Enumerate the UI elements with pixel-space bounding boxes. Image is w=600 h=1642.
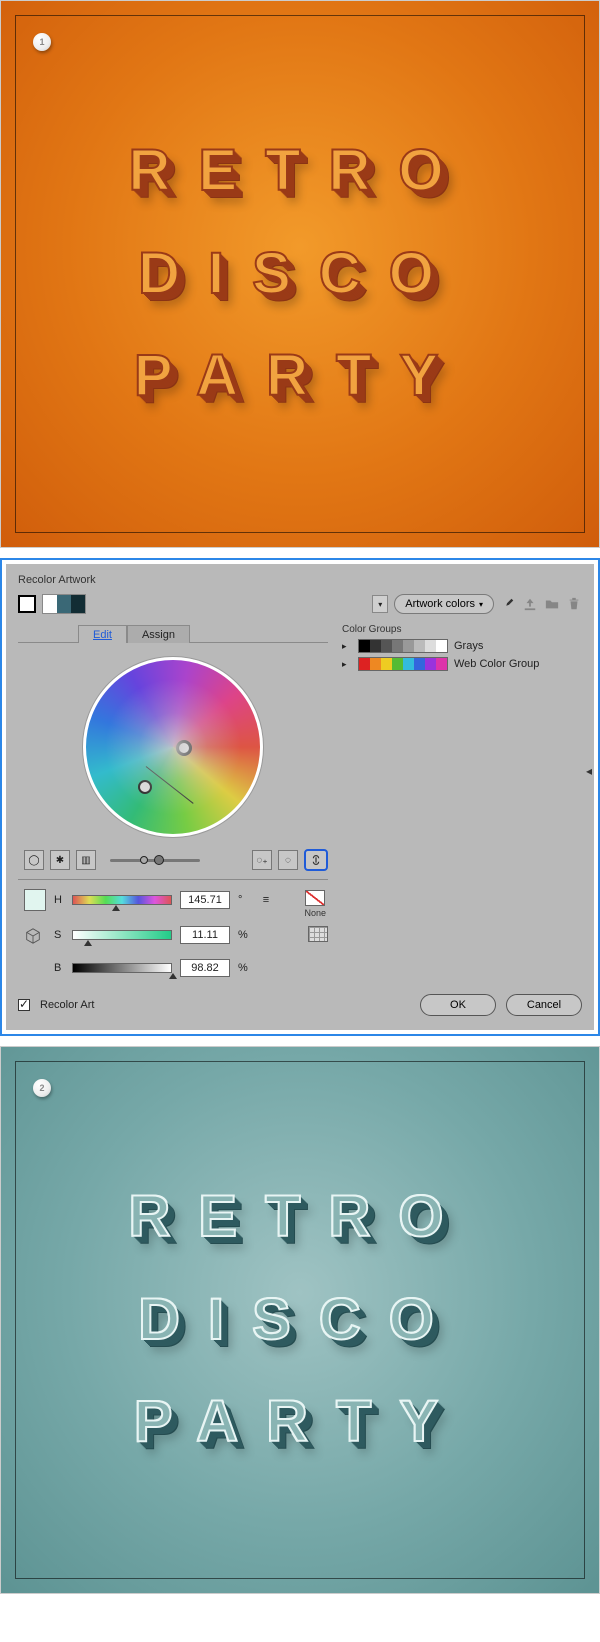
wheel-handle-primary[interactable] — [176, 740, 192, 756]
add-color-button[interactable]: ◌₊ — [252, 850, 272, 870]
h-value[interactable]: 145.71 — [180, 891, 230, 909]
poster-before: 1 RETRO DISCO PARTY — [0, 0, 600, 548]
wheel-link-line — [146, 766, 194, 804]
remove-color-button[interactable]: ◌ — [278, 850, 298, 870]
swatch-1[interactable] — [43, 595, 57, 613]
step-badge-2: 2 — [33, 1079, 51, 1097]
collapse-side-arrow-icon[interactable]: ◂ — [586, 764, 592, 778]
color-wheel[interactable] — [83, 657, 263, 837]
eyedropper-icon[interactable] — [500, 596, 516, 612]
color-group-grays[interactable]: ▸ Grays — [342, 639, 582, 653]
link-harmony-button[interactable] — [304, 849, 328, 871]
hsb-options-icon[interactable]: ≡ — [258, 892, 274, 908]
web-swatches — [358, 657, 448, 671]
hsb-preview-chip — [24, 889, 46, 911]
s-slider[interactable] — [72, 930, 172, 940]
s-label: S — [54, 929, 64, 941]
tab-edit[interactable]: Edit — [78, 625, 127, 643]
b-label: B — [54, 962, 64, 974]
wheel-handle-secondary[interactable] — [138, 780, 152, 794]
recolor-art-label: Recolor Art — [40, 999, 94, 1011]
cancel-button[interactable]: Cancel — [506, 994, 582, 1016]
recolor-dialog-window: Recolor Artwork ▾ Artwork colors▾ — [0, 558, 600, 1036]
grays-label: Grays — [454, 640, 483, 652]
dialog-title: Recolor Artwork — [18, 574, 582, 586]
none-swatch[interactable] — [305, 890, 325, 906]
brightness-mini-slider[interactable] — [110, 853, 200, 867]
swatch-2[interactable] — [57, 595, 71, 613]
swatch-3[interactable] — [71, 595, 85, 613]
mode-segmented-wheel-button[interactable]: ✱ — [50, 850, 70, 870]
expand-icon[interactable]: ▸ — [342, 641, 352, 652]
step-badge-1: 1 — [33, 33, 51, 51]
poster-border — [15, 15, 585, 533]
color-model-icon[interactable] — [24, 927, 46, 949]
colorset-dropdown-label: Artwork colors — [405, 598, 475, 610]
h-unit: ° — [238, 894, 250, 906]
ok-button[interactable]: OK — [420, 994, 496, 1016]
web-label: Web Color Group — [454, 658, 539, 670]
recolor-art-checkbox[interactable] — [18, 999, 30, 1011]
color-groups-title: Color Groups — [342, 624, 582, 635]
color-group-web[interactable]: ▸ Web Color Group — [342, 657, 582, 671]
folder-icon[interactable] — [544, 596, 560, 612]
save-group-icon[interactable] — [522, 596, 538, 612]
expand-icon[interactable]: ▸ — [342, 659, 352, 670]
swatch-dropdown[interactable]: ▾ — [372, 595, 388, 613]
mode-smooth-wheel-button[interactable]: ◯ — [24, 850, 44, 870]
h-label: H — [54, 894, 64, 906]
grays-swatches — [358, 639, 448, 653]
b-unit: % — [238, 962, 250, 974]
b-slider[interactable] — [72, 963, 172, 973]
color-grid-icon[interactable] — [308, 926, 328, 942]
h-slider[interactable] — [72, 895, 172, 905]
none-label: None — [304, 908, 326, 918]
s-unit: % — [238, 929, 250, 941]
poster-border — [15, 1061, 585, 1579]
colorset-dropdown[interactable]: Artwork colors▾ — [394, 594, 494, 614]
active-color-swatches[interactable] — [42, 594, 86, 614]
trash-icon[interactable] — [566, 596, 582, 612]
s-value[interactable]: 11.11 — [180, 926, 230, 944]
poster-after: 2 RETRO DISCO PARTY — [0, 1046, 600, 1594]
mode-bars-button[interactable]: ▥ — [76, 850, 96, 870]
tab-assign[interactable]: Assign — [127, 625, 190, 643]
b-value[interactable]: 98.82 — [180, 959, 230, 977]
active-color-outline[interactable] — [18, 595, 36, 613]
